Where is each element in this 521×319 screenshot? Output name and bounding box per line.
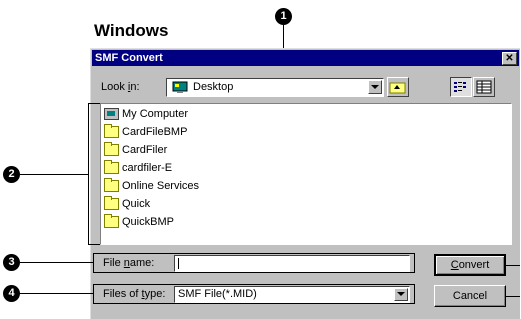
- callout-3: 3: [3, 254, 20, 271]
- close-button[interactable]: ✕: [502, 52, 517, 65]
- callout-2-bracket-bottom: [88, 244, 100, 245]
- file-name-label: File name:: [103, 257, 155, 269]
- close-icon: ✕: [505, 53, 514, 64]
- desktop-icon: [172, 81, 188, 93]
- details-view-button[interactable]: [473, 77, 495, 97]
- folder-icon: [104, 178, 119, 192]
- up-folder-icon: [389, 82, 406, 94]
- dialog-title: SMF Convert: [95, 52, 163, 64]
- heading-windows: Windows: [94, 21, 169, 40]
- folder-icon: [104, 142, 119, 156]
- computer-icon: [104, 108, 119, 120]
- chevron-down-icon: [371, 85, 379, 89]
- callout-4-leader: [20, 293, 94, 294]
- folder-icon: [104, 196, 119, 210]
- convert-leader: [506, 265, 520, 266]
- convert-button[interactable]: Convert: [434, 254, 506, 276]
- files-of-type-value: SMF File(*.MID): [178, 288, 257, 300]
- cancel-button[interactable]: Cancel: [434, 285, 506, 307]
- callout-2-bracket: [88, 103, 89, 245]
- callout-2-bracket-top: [88, 103, 100, 104]
- list-view-button[interactable]: [450, 77, 472, 97]
- convert-button-accesskey: C: [450, 259, 459, 271]
- callout-4: 4: [3, 285, 20, 302]
- file-list[interactable]: My Computer CardFileBMP CardFiler cardfi…: [100, 103, 512, 245]
- file-name-input[interactable]: [174, 255, 410, 272]
- look-in-label: Look in:: [101, 81, 140, 93]
- callout-2-leader: [20, 174, 88, 175]
- callout-1: 1: [275, 8, 292, 25]
- dialog-titlebar: SMF Convert ✕: [92, 50, 519, 66]
- look-in-dropdown-button[interactable]: [368, 80, 382, 94]
- folder-icon: [104, 124, 119, 138]
- cancel-leader: [506, 296, 520, 297]
- files-of-type-select[interactable]: SMF File(*.MID): [174, 286, 410, 303]
- chevron-down-icon: [397, 292, 405, 296]
- look-in-value: Desktop: [193, 81, 234, 93]
- text-cursor: [178, 258, 179, 269]
- convert-button-label: onvert: [458, 259, 490, 271]
- folder-icon: [104, 214, 119, 228]
- folder-icon: [104, 160, 119, 174]
- up-one-level-button[interactable]: [387, 77, 409, 97]
- files-of-type-dropdown-button[interactable]: [394, 288, 408, 301]
- callout-3-leader: [20, 262, 94, 263]
- look-in-select[interactable]: Desktop: [166, 78, 384, 97]
- details-view-icon: [476, 80, 492, 94]
- callout-2: 2: [3, 166, 20, 183]
- list-view-icon: [454, 82, 466, 92]
- files-of-type-label: Files of type:: [103, 288, 166, 300]
